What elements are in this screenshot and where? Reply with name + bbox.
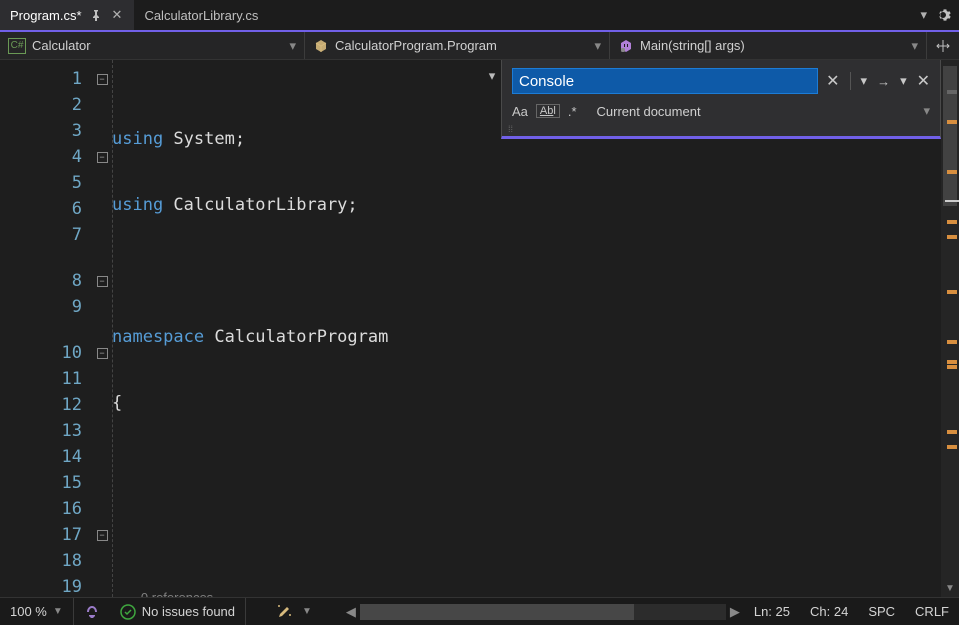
nav-project-dropdown[interactable]: C# Calculator ▾	[0, 32, 305, 59]
split-editor-icon[interactable]	[927, 32, 959, 59]
fold-toggle[interactable]: −	[97, 74, 108, 85]
find-regex[interactable]: .*	[568, 104, 577, 119]
editor-area: 1 2 3 4 5 6 7 8 9 10 11 12 13 14 15 16 1…	[0, 60, 959, 597]
chevron-down-icon[interactable]: ▾	[923, 103, 930, 119]
line-number: 13	[0, 418, 82, 444]
nav-class-dropdown[interactable]: CalculatorProgram.Program ▾	[305, 32, 610, 59]
gear-icon[interactable]	[935, 7, 951, 23]
fold-column: − − − − −	[92, 60, 112, 597]
cursor-col[interactable]: Ch: 24	[800, 598, 858, 625]
nav-method-dropdown[interactable]: Main(string[] args) ▾	[610, 32, 927, 59]
status-bar: 100 % ▼ No issues found ▼ ◀ ▶ Ln: 25 Ch:…	[0, 597, 959, 625]
class-icon	[313, 38, 329, 54]
find-panel-close-icon[interactable]: ✕	[917, 71, 930, 91]
tabs-bar: Program.cs* ✕ CalculatorLibrary.cs ▾	[0, 0, 959, 32]
line-number-gutter: 1 2 3 4 5 6 7 8 9 10 11 12 13 14 15 16 1…	[0, 60, 92, 597]
line-number: 12	[0, 392, 82, 418]
find-panel: ▾ ✕ ▾ → ▾ ✕ Aa Abl .* Current document ▾…	[501, 60, 941, 139]
line-number: 14	[0, 444, 82, 470]
tab-calculatorlibrary-cs[interactable]: CalculatorLibrary.cs	[134, 0, 268, 30]
codelens-references[interactable]: 0 references	[141, 590, 213, 597]
horizontal-scrollbar[interactable]: ◀ ▶	[342, 598, 744, 625]
fold-toggle[interactable]: −	[97, 276, 108, 287]
tab-program-cs[interactable]: Program.cs* ✕	[0, 0, 134, 30]
line-number: 7	[0, 222, 82, 248]
find-more-icon[interactable]: ▾	[900, 73, 907, 89]
code-area[interactable]: using System; using CalculatorLibrary; n…	[112, 60, 941, 597]
check-icon	[120, 604, 136, 620]
method-icon	[618, 38, 634, 54]
nav-class-text: CalculatorProgram.Program	[335, 38, 497, 53]
close-icon[interactable]: ✕	[110, 7, 125, 23]
fold-toggle[interactable]: −	[97, 152, 108, 163]
fold-toggle[interactable]: −	[97, 530, 108, 541]
line-number: 11	[0, 366, 82, 392]
find-dropdown-icon[interactable]: ▾	[861, 73, 868, 89]
find-expand-toggle[interactable]: ▾	[484, 66, 500, 86]
line-number: 6	[0, 196, 82, 222]
line-number: 16	[0, 496, 82, 522]
line-number: 5	[0, 170, 82, 196]
line-number: 17	[0, 522, 82, 548]
find-close-icon[interactable]: ✕	[826, 71, 839, 91]
line-number: 2	[0, 92, 82, 118]
nav-project-text: Calculator	[32, 38, 91, 53]
find-resize-grip-icon[interactable]: ⁞⁞	[508, 124, 513, 134]
vertical-scrollbar[interactable]: ▲ ▼	[941, 60, 959, 597]
line-number: 18	[0, 548, 82, 574]
line-number: 3	[0, 118, 82, 144]
find-match-word[interactable]: Abl	[536, 104, 560, 118]
indent-mode[interactable]: SPC	[858, 598, 905, 625]
nav-method-text: Main(string[] args)	[640, 38, 745, 53]
tab-label: Program.cs*	[10, 8, 82, 23]
line-number: 4	[0, 144, 82, 170]
line-number: 10	[0, 340, 82, 366]
fold-toggle[interactable]: −	[97, 348, 108, 359]
tab-dropdown-icon[interactable]: ▾	[920, 7, 927, 23]
pin-icon[interactable]	[90, 9, 102, 21]
intellicode-icon[interactable]	[74, 598, 110, 625]
find-scope-dropdown[interactable]: Current document	[597, 104, 916, 119]
line-number: 19	[0, 574, 82, 597]
zoom-level[interactable]: 100 % ▼	[0, 598, 74, 625]
chevron-down-icon: ▾	[911, 38, 918, 54]
line-number: 15	[0, 470, 82, 496]
csharp-icon: C#	[8, 38, 26, 54]
line-number: 9	[0, 294, 82, 320]
line-number: 1	[0, 66, 82, 92]
scrollbar-thumb[interactable]	[943, 66, 957, 206]
line-endings[interactable]: CRLF	[905, 598, 959, 625]
line-number: 8	[0, 268, 82, 294]
scrollbar-thumb[interactable]	[360, 604, 634, 620]
tab-label: CalculatorLibrary.cs	[144, 8, 258, 23]
cleanup-icon[interactable]: ▼	[246, 598, 342, 625]
chevron-down-icon: ▾	[594, 38, 601, 54]
navigation-bar: C# Calculator ▾ CalculatorProgram.Progra…	[0, 32, 959, 60]
issues-status[interactable]: No issues found	[110, 598, 246, 625]
scroll-down-icon[interactable]: ▼	[941, 579, 959, 597]
find-next-icon[interactable]: →	[877, 74, 890, 89]
cursor-line[interactable]: Ln: 25	[744, 598, 800, 625]
chevron-down-icon: ▾	[289, 38, 296, 54]
find-input[interactable]	[512, 68, 818, 94]
find-match-case[interactable]: Aa	[512, 104, 528, 119]
